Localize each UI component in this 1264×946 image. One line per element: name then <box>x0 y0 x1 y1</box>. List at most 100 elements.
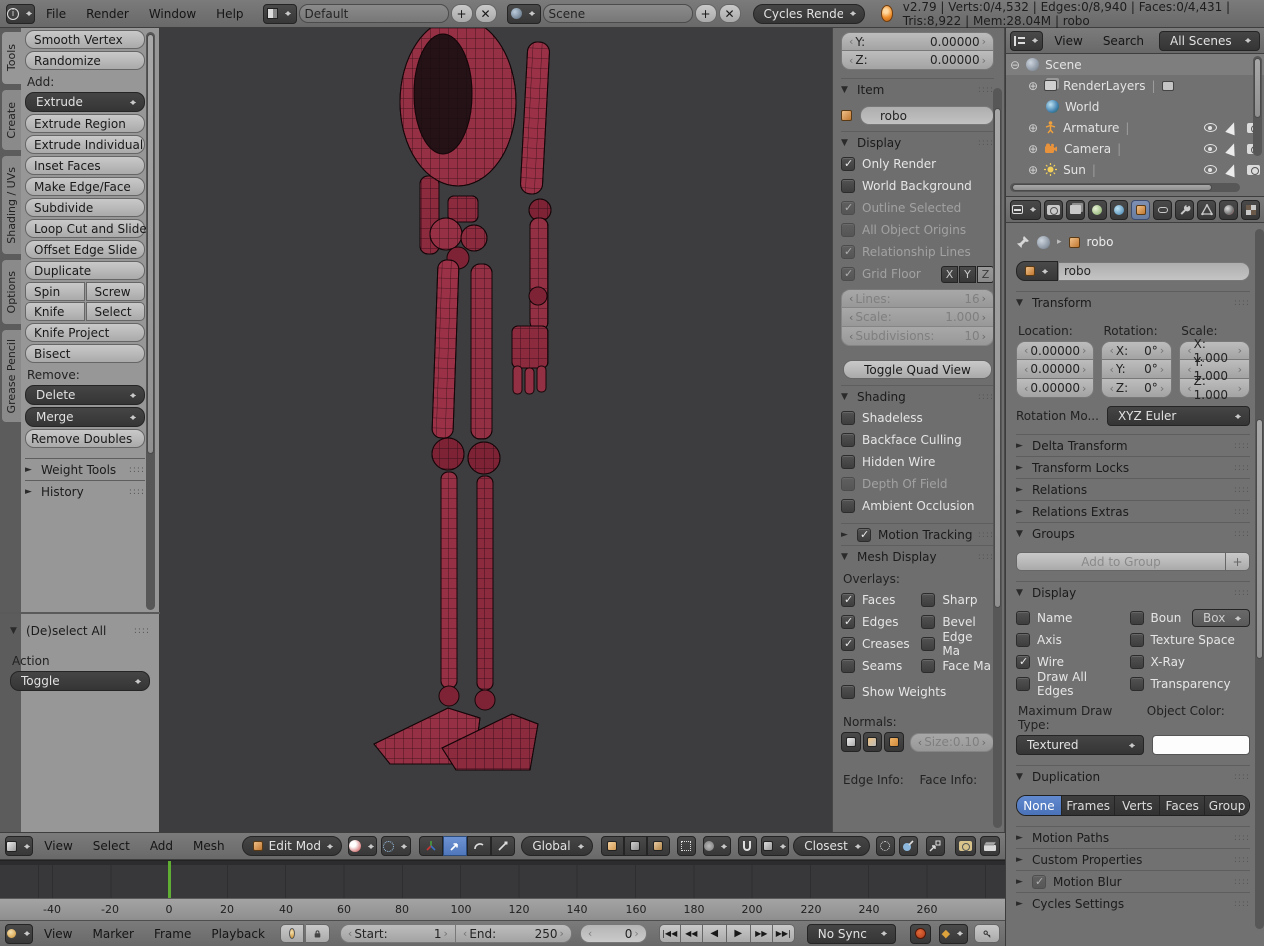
bevel-checkbox[interactable] <box>921 615 936 629</box>
snap-toggle[interactable] <box>737 836 757 856</box>
n-panel-scrollbar[interactable] <box>993 88 1002 828</box>
outliner-menu-view[interactable]: View <box>1045 28 1091 54</box>
motion-tracking-checkbox[interactable] <box>857 527 871 542</box>
add-to-group-button[interactable]: Add to Group <box>1016 552 1226 571</box>
timeline-ruler[interactable]: -40 -20 0 20 40 60 80 100 120 140 160 18… <box>0 898 1005 920</box>
face-mark-checkbox[interactable] <box>921 659 936 673</box>
tab-modifiers[interactable] <box>1175 199 1195 220</box>
rotation-x-field[interactable]: ‹ X: 0° › <box>1101 341 1173 360</box>
bounds-checkbox[interactable] <box>1129 611 1144 625</box>
relationship-lines-checkbox[interactable] <box>841 245 855 259</box>
visibility-eye-icon[interactable] <box>1204 165 1217 174</box>
wire-checkbox[interactable] <box>1016 655 1030 669</box>
grid-axis-x-toggle[interactable]: X <box>941 265 958 283</box>
snap-target-dropdown[interactable]: Closest <box>793 836 870 856</box>
viewport-shading-dropdown[interactable] <box>347 836 378 856</box>
extrude-region-button[interactable]: Extrude Region <box>25 114 145 133</box>
vertex-select-toggle[interactable] <box>600 836 624 856</box>
delete-dropdown[interactable]: Delete <box>25 385 145 405</box>
tab-render-layers[interactable] <box>1065 199 1085 220</box>
median-y-field[interactable]: ‹ Y: 0.00000 › <box>841 32 994 51</box>
creases-checkbox[interactable] <box>841 637 855 651</box>
transparency-checkbox[interactable] <box>1129 677 1144 691</box>
screw-button[interactable]: Screw <box>85 282 145 301</box>
expand-plus-icon[interactable]: ⊕ <box>1028 79 1038 93</box>
scene-name-field[interactable]: Scene <box>542 4 693 23</box>
knife-button[interactable]: Knife <box>25 302 85 321</box>
tab-grease-pencil[interactable]: Grease Pencil <box>2 330 21 422</box>
outliner-row-sun[interactable]: ⊕ Sun | <box>1006 159 1264 180</box>
timeline-menu-marker[interactable]: Marker <box>83 921 142 946</box>
motion-paths-panel-header[interactable]: ► Motion Paths:::: <box>1016 826 1250 848</box>
knife-project-button[interactable]: Knife Project <box>25 323 145 342</box>
playhead-current-frame[interactable] <box>168 861 171 899</box>
rotation-mode-dropdown[interactable]: XYZ Euler <box>1106 406 1250 426</box>
add-to-group-plus-button[interactable]: + <box>1226 552 1250 571</box>
sharp-checkbox[interactable] <box>921 593 936 607</box>
outliner-filter-dropdown[interactable]: All Scenes <box>1159 30 1260 51</box>
manipulator-translate-toggle[interactable] <box>443 836 468 856</box>
manipulator-rotate-toggle[interactable] <box>467 836 492 856</box>
spin-button[interactable]: Spin <box>25 282 85 301</box>
occlude-geometry-toggle[interactable] <box>676 836 696 856</box>
tab-shading-uvs[interactable]: Shading / UVs <box>2 156 21 254</box>
relations-extras-panel-header[interactable]: ► Relations Extras:::: <box>1016 500 1250 522</box>
extrude-individual-button[interactable]: Extrude Individual <box>25 135 145 154</box>
tab-tools[interactable]: Tools <box>2 32 21 84</box>
show-seconds-toggle[interactable] <box>279 924 304 943</box>
tab-render[interactable] <box>1043 199 1063 220</box>
relations-panel-header[interactable]: ► Relations:::: <box>1016 478 1250 500</box>
duplicate-button[interactable]: Duplicate <box>25 261 145 280</box>
maximum-draw-type-dropdown[interactable]: Textured <box>1016 735 1145 755</box>
grid-axis-z-toggle[interactable]: Z <box>977 265 994 283</box>
manipulator-axes-toggle[interactable] <box>419 836 444 856</box>
grid-subdivisions-field[interactable]: ‹ Subdivisions: 10 › <box>841 327 994 346</box>
edges-checkbox[interactable] <box>841 615 855 629</box>
remove-doubles-button[interactable]: Remove Doubles <box>25 429 145 448</box>
tab-object-data[interactable] <box>1197 199 1217 220</box>
shading-panel-header[interactable]: ▼ Shading:::: <box>841 385 994 407</box>
subdivide-button[interactable]: Subdivide <box>25 198 145 217</box>
keying-set-dropdown[interactable]: ◆ <box>938 923 968 944</box>
delete-layout-button[interactable]: ✕ <box>474 4 497 23</box>
menu-render[interactable]: Render <box>77 1 138 27</box>
display-panel-header[interactable]: ▼ Display:::: <box>841 131 994 153</box>
pin-icon[interactable] <box>1016 235 1030 249</box>
screen-layout-browse-button[interactable] <box>262 3 297 24</box>
only-render-checkbox[interactable] <box>841 157 855 171</box>
grid-floor-checkbox[interactable] <box>841 267 855 281</box>
manipulator-scale-toggle[interactable] <box>491 836 516 856</box>
duplication-none-toggle[interactable]: None <box>1017 796 1061 815</box>
insert-keyframe-button[interactable] <box>974 924 1000 943</box>
tool-shelf-scrollbar[interactable] <box>146 32 155 610</box>
editor-type-outliner-dropdown[interactable] <box>1010 30 1044 51</box>
grid-lines-field[interactable]: ‹ Lines: 16 › <box>841 289 994 308</box>
duplication-panel-header[interactable]: ▼ Duplication:::: <box>1016 765 1250 787</box>
editor-type-properties-dropdown[interactable] <box>1010 199 1041 220</box>
timeline-menu-view[interactable]: View <box>35 921 81 946</box>
tab-object-active[interactable] <box>1131 199 1151 220</box>
view3d-menu-view[interactable]: View <box>35 833 81 859</box>
outline-selected-checkbox[interactable] <box>841 201 855 215</box>
timeline-menu-frame[interactable]: Frame <box>145 921 200 946</box>
lock-range-toggle[interactable] <box>305 924 330 943</box>
view3d-menu-select[interactable]: Select <box>84 833 139 859</box>
view3d-menu-add[interactable]: Add <box>141 833 182 859</box>
draw-all-edges-checkbox[interactable] <box>1016 677 1030 691</box>
view3d-menu-mesh[interactable]: Mesh <box>184 833 234 859</box>
grid-axis-y-toggle[interactable]: Y <box>959 265 976 283</box>
timeline-menu-playback[interactable]: Playback <box>202 921 274 946</box>
duplication-group-toggle[interactable]: Group <box>1204 796 1249 815</box>
object-display-panel-header[interactable]: ▼ Display:::: <box>1016 581 1250 603</box>
faces-checkbox[interactable] <box>841 593 855 607</box>
menu-help[interactable]: Help <box>207 1 252 27</box>
add-layout-button[interactable]: + <box>450 4 473 23</box>
outliner-row-renderlayers[interactable]: ⊕ RenderLayers | <box>1006 75 1264 96</box>
manipulate-origins-toggle[interactable] <box>925 836 945 856</box>
smooth-vertex-button[interactable]: Smooth Vertex <box>25 30 145 49</box>
extrude-dropdown[interactable]: Extrude <box>25 92 145 112</box>
rotation-z-field[interactable]: ‹ Z: 0° › <box>1101 379 1173 398</box>
opengl-render-anim-button[interactable] <box>979 836 1001 856</box>
outliner-row-scene[interactable]: ⊖ Scene <box>1006 54 1264 75</box>
timeline-tracks[interactable] <box>0 860 1005 899</box>
